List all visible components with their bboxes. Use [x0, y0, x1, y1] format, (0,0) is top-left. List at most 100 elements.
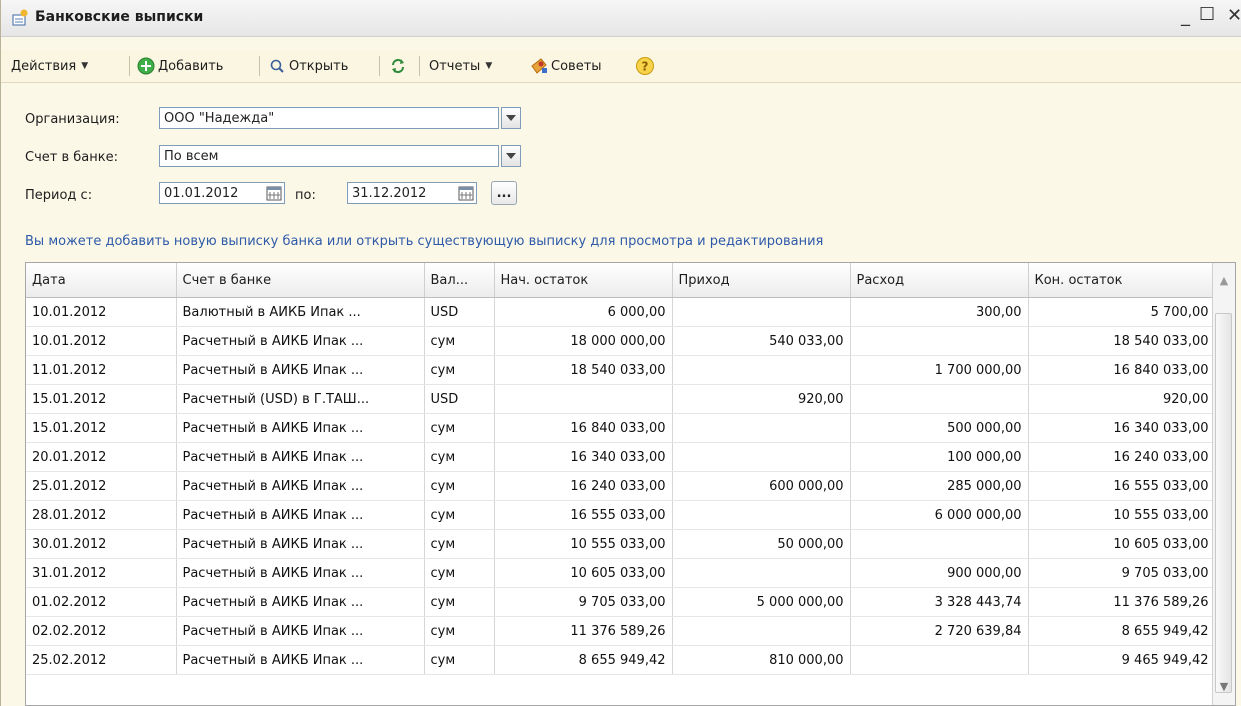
table-cell: 10.01.2012: [26, 326, 177, 356]
table-cell: 16 840 033,00: [1028, 355, 1216, 385]
table-cell: 5 000 000,00: [672, 587, 851, 617]
table-cell: [672, 616, 851, 646]
table-cell: 3 328 443,74: [850, 587, 1029, 617]
table-row[interactable]: 10.01.2012 Расчетный в АИКБ Ипак ... сум 18…: [26, 326, 1216, 356]
table-cell: 300,00: [850, 297, 1029, 327]
close-button[interactable]: ✕: [1227, 5, 1241, 26]
actions-label: Действия: [11, 58, 77, 74]
table-cell: 8 655 949,42: [1028, 616, 1216, 646]
table-cell: 920,00: [1028, 384, 1216, 414]
period-to-value: 31.12.2012: [352, 185, 427, 201]
table-cell: 28.01.2012: [26, 500, 177, 530]
table-cell: USD: [424, 384, 495, 414]
table-cell: 10 605 033,00: [494, 558, 673, 588]
table-cell: 18 000 000,00: [494, 326, 673, 356]
table-cell: сум: [424, 645, 495, 675]
table-cell: 9 705 033,00: [1028, 558, 1216, 588]
table-cell: 31.01.2012: [26, 558, 177, 588]
table-cell: Расчетный в АИКБ Ипак ...: [176, 471, 425, 501]
reports-label: Отчеты: [429, 58, 481, 74]
table-cell: 11 376 589,26: [1028, 587, 1216, 617]
table-cell: 2 720 639,84: [850, 616, 1029, 646]
table-cell: [850, 645, 1029, 675]
table-cell: 18 540 033,00: [494, 355, 673, 385]
table-cell: 285 000,00: [850, 471, 1029, 501]
table-cell: Валютный в АИКБ Ипак ...: [176, 297, 425, 327]
table-cell: сум: [424, 471, 495, 501]
table-cell: [672, 297, 851, 327]
column-header[interactable]: Расход: [850, 263, 1029, 298]
table-cell: Расчетный в АИКБ Ипак ...: [176, 529, 425, 559]
table-cell: [850, 529, 1029, 559]
table-row[interactable]: 10.01.2012 Валютный в АИКБ Ипак ... USD 6 0…: [26, 297, 1216, 327]
help-icon: ?: [636, 57, 654, 75]
open-label: Открыть: [289, 58, 349, 74]
actions-menu-button[interactable]: Действия ▼: [11, 56, 88, 76]
table-cell: Расчетный в АИКБ Ипак ...: [176, 645, 425, 675]
column-header[interactable]: Дата: [26, 263, 177, 298]
column-header[interactable]: Кон. остаток: [1028, 263, 1216, 298]
window-title: Банковские выписки: [35, 9, 204, 25]
table-cell: 10 605 033,00: [1028, 529, 1216, 559]
table-cell: 920,00: [672, 384, 851, 414]
table-cell: сум: [424, 529, 495, 559]
table-cell: 1 700 000,00: [850, 355, 1029, 385]
window-app-icon: [12, 9, 28, 26]
column-header[interactable]: Счет в банке: [176, 263, 425, 298]
table-row[interactable]: 02.02.2012 Расчетный в АИКБ Ипак ... сум 11…: [26, 616, 1216, 646]
dropdown-arrow-icon: [506, 115, 516, 121]
title-bar: Банковские выписки _ ☐ ✕: [1, 0, 1241, 37]
bank-account-label: Счет в банке:: [25, 150, 118, 165]
maximize-button[interactable]: ☐: [1199, 4, 1215, 25]
add-button[interactable]: Добавить: [137, 56, 223, 76]
tips-icon: [531, 58, 547, 74]
bank-account-dropdown-button[interactable]: [501, 145, 521, 167]
refresh-button[interactable]: [389, 56, 407, 76]
table-row[interactable]: 20.01.2012 Расчетный в АИКБ Ипак ... сум 16…: [26, 442, 1216, 472]
table-cell: 5 700,00: [1028, 297, 1216, 327]
toolbar-separator: [129, 56, 130, 76]
calendar-icon[interactable]: [457, 184, 475, 202]
column-header[interactable]: Нач. остаток: [494, 263, 673, 298]
scroll-up-arrow-icon[interactable]: ▲: [1213, 263, 1235, 297]
table-scrollbar[interactable]: ▲ ▼: [1212, 263, 1235, 705]
organization-field[interactable]: ООО "Надежда": [159, 107, 499, 129]
table-row[interactable]: 01.02.2012 Расчетный в АИКБ Ипак ... сум 9 …: [26, 587, 1216, 617]
table-cell: 100 000,00: [850, 442, 1029, 472]
table-row[interactable]: 31.01.2012 Расчетный в АИКБ Ипак ... сум 10…: [26, 558, 1216, 588]
table-cell: 25.01.2012: [26, 471, 177, 501]
table-cell: сум: [424, 558, 495, 588]
help-button[interactable]: ?: [635, 56, 655, 76]
table-cell: сум: [424, 413, 495, 443]
table-row[interactable]: 28.01.2012 Расчетный в АИКБ Ипак ... сум 16…: [26, 500, 1216, 530]
table-cell: сум: [424, 587, 495, 617]
table-cell: [672, 500, 851, 530]
table-cell: 10.01.2012: [26, 297, 177, 327]
table-row[interactable]: 30.01.2012 Расчетный в АИКБ Ипак ... сум 10…: [26, 529, 1216, 559]
tips-button[interactable]: Советы: [529, 56, 602, 76]
toolbar-separator: [419, 56, 420, 76]
open-button[interactable]: Открыть: [269, 56, 348, 76]
scroll-thumb[interactable]: [1215, 313, 1232, 693]
table-row[interactable]: 15.01.2012 Расчетный (USD) в Г.ТАШ... USD 9…: [26, 384, 1216, 414]
table-cell: 11 376 589,26: [494, 616, 673, 646]
reports-menu-button[interactable]: Отчеты ▼: [429, 56, 492, 76]
column-header[interactable]: Вал...: [424, 263, 495, 298]
table-cell: сум: [424, 355, 495, 385]
organization-dropdown-button[interactable]: [501, 107, 521, 129]
bank-account-field[interactable]: По всем: [159, 145, 499, 167]
table-cell: Расчетный в АИКБ Ипак ...: [176, 442, 425, 472]
period-select-button[interactable]: ...: [491, 181, 517, 205]
calendar-icon[interactable]: [265, 184, 283, 202]
scroll-down-arrow-icon[interactable]: ▼: [1213, 673, 1235, 699]
table-row[interactable]: 25.01.2012 Расчетный в АИКБ Ипак ... сум 16…: [26, 471, 1216, 501]
table-cell: 18 540 033,00: [1028, 326, 1216, 356]
table-row[interactable]: 25.02.2012 Расчетный в АИКБ Ипак ... сум 8 …: [26, 645, 1216, 675]
table-cell: 10 555 033,00: [494, 529, 673, 559]
column-header[interactable]: Приход: [672, 263, 851, 298]
table-row[interactable]: 15.01.2012 Расчетный в АИКБ Ипак ... сум 16…: [26, 413, 1216, 443]
minimize-button[interactable]: _: [1181, 6, 1190, 27]
search-icon: [270, 59, 284, 73]
table-cell: 600 000,00: [672, 471, 851, 501]
table-row[interactable]: 11.01.2012 Расчетный в АИКБ Ипак ... сум 18…: [26, 355, 1216, 385]
